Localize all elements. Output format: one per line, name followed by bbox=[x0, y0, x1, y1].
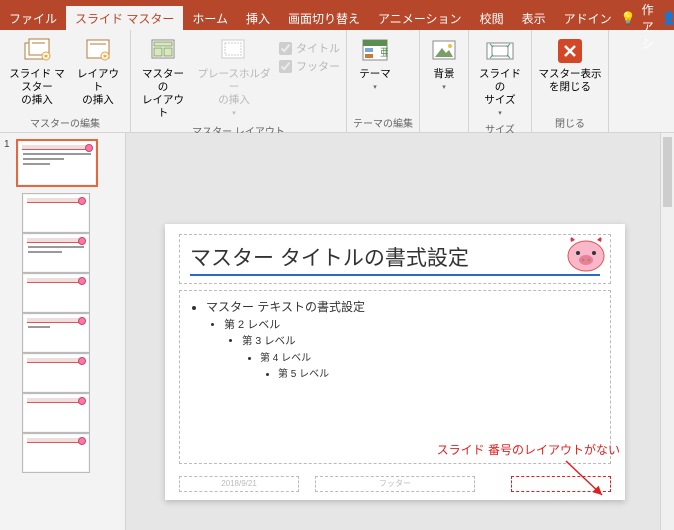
title-placeholder[interactable]: マスター タイトルの書式設定 bbox=[179, 234, 611, 284]
tab-view[interactable]: 表示 bbox=[513, 6, 555, 30]
tab-animations[interactable]: アニメーション bbox=[369, 6, 471, 30]
svg-text:✶: ✶ bbox=[102, 52, 109, 61]
master-layout-label: マスターの レイアウト bbox=[137, 68, 189, 121]
slide-canvas[interactable]: マスター タイトルの書式設定 マスター テキストの書式設定 第 2 レベル 第 … bbox=[165, 224, 625, 500]
slide-master-icon: ✶ bbox=[22, 36, 52, 66]
svg-text:亜: 亜 bbox=[380, 48, 388, 59]
master-number: 1 bbox=[4, 139, 12, 150]
tab-transitions[interactable]: 画面切り替え bbox=[279, 6, 369, 30]
master-layout-icon bbox=[148, 36, 178, 66]
title-text[interactable]: マスター タイトルの書式設定 bbox=[190, 242, 600, 276]
ribbon: ✶ スライド マスター の挿入 ✶ レイアウト の挿入 マスターの編集 マスター… bbox=[0, 30, 674, 133]
group-label-close: 閉じる bbox=[538, 113, 602, 130]
bullet-level-3[interactable]: 第 3 レベル bbox=[242, 333, 602, 348]
pig-image bbox=[565, 236, 607, 272]
insert-slide-master-label: スライド マスター の挿入 bbox=[6, 68, 68, 107]
slide-size-button[interactable]: スライドの サイズ bbox=[475, 34, 525, 119]
insert-layout-label: レイアウト の挿入 bbox=[72, 68, 124, 107]
tab-slide-master[interactable]: スライド マスター bbox=[66, 6, 183, 30]
insert-placeholder-button: プレースホルダー の挿入 bbox=[193, 34, 275, 119]
bullet-level-2[interactable]: 第 2 レベル bbox=[224, 316, 602, 332]
annotation-arrow-icon bbox=[562, 457, 612, 501]
footer-checkbox: フッター bbox=[279, 58, 340, 74]
bullet-level-4[interactable]: 第 4 レベル bbox=[260, 349, 602, 364]
slide-size-label: スライドの サイズ bbox=[475, 68, 525, 107]
tell-me-input[interactable]: 操作アシ bbox=[642, 10, 656, 26]
close-master-view-button[interactable]: マスター表示 を閉じる bbox=[538, 34, 602, 94]
insert-layout-button[interactable]: ✶ レイアウト の挿入 bbox=[72, 34, 124, 107]
thumbnail-pane[interactable]: 1 bbox=[0, 133, 126, 530]
tab-file[interactable]: ファイル bbox=[0, 6, 66, 30]
annotation-text: スライド 番号のレイアウトがない bbox=[437, 441, 620, 458]
group-label-background bbox=[426, 117, 462, 130]
footer-placeholder[interactable]: フッター bbox=[315, 476, 475, 492]
master-layout-button[interactable]: マスターの レイアウト bbox=[137, 34, 189, 121]
share-button[interactable]: 👤 bbox=[662, 10, 674, 26]
layout-thumbnail[interactable] bbox=[22, 433, 90, 473]
background-button[interactable]: 背景 bbox=[426, 34, 462, 93]
close-master-label: マスター表示 を閉じる bbox=[539, 68, 602, 94]
layout-thumbnail[interactable] bbox=[22, 273, 90, 313]
themes-icon: 亜 bbox=[360, 36, 390, 66]
lightbulb-icon[interactable]: 💡 bbox=[621, 10, 636, 26]
tab-addins[interactable]: アドイン bbox=[555, 6, 621, 30]
chevron-down-icon bbox=[498, 107, 502, 119]
tab-home[interactable]: ホーム bbox=[183, 6, 237, 30]
slide-editor[interactable]: マスター タイトルの書式設定 マスター テキストの書式設定 第 2 レベル 第 … bbox=[126, 133, 674, 530]
master-thumbnail[interactable] bbox=[16, 139, 98, 187]
title-checkbox: タイトル bbox=[279, 40, 340, 56]
chevron-down-icon bbox=[232, 107, 236, 119]
body-placeholder[interactable]: マスター テキストの書式設定 第 2 レベル 第 3 レベル 第 4 レベル 第… bbox=[179, 290, 611, 464]
background-icon bbox=[429, 36, 459, 66]
placeholder-icon bbox=[219, 36, 249, 66]
chevron-down-icon bbox=[442, 81, 446, 93]
group-label-theme: テーマの編集 bbox=[353, 113, 413, 130]
layout-thumbnail[interactable] bbox=[22, 353, 90, 393]
bullet-level-1[interactable]: マスター テキストの書式設定 bbox=[206, 298, 602, 315]
svg-text:✶: ✶ bbox=[43, 52, 50, 61]
tab-review[interactable]: 校閲 bbox=[471, 6, 513, 30]
themes-button[interactable]: 亜 テーマ bbox=[353, 34, 397, 93]
insert-slide-master-button[interactable]: ✶ スライド マスター の挿入 bbox=[6, 34, 68, 107]
vertical-scrollbar[interactable] bbox=[660, 133, 674, 530]
slide-size-icon bbox=[485, 36, 515, 66]
chevron-down-icon bbox=[373, 81, 377, 93]
tab-insert[interactable]: 挿入 bbox=[237, 6, 279, 30]
layout-icon: ✶ bbox=[83, 36, 113, 66]
themes-label: テーマ bbox=[359, 68, 391, 81]
layout-thumbnail[interactable] bbox=[22, 193, 90, 233]
insert-placeholder-label: プレースホルダー の挿入 bbox=[193, 68, 275, 107]
layout-thumbnail[interactable] bbox=[22, 233, 90, 273]
date-placeholder[interactable]: 2018/9/21 bbox=[179, 476, 299, 492]
group-label-edit-master: マスターの編集 bbox=[6, 113, 124, 130]
tab-bar: ファイル スライド マスター ホーム 挿入 画面切り替え アニメーション 校閲 … bbox=[0, 6, 674, 30]
close-icon bbox=[555, 36, 585, 66]
layout-thumbnail[interactable] bbox=[22, 313, 90, 353]
layout-thumbnail[interactable] bbox=[22, 393, 90, 433]
bullet-level-5[interactable]: 第 5 レベル bbox=[278, 365, 602, 380]
background-label: 背景 bbox=[434, 68, 455, 81]
